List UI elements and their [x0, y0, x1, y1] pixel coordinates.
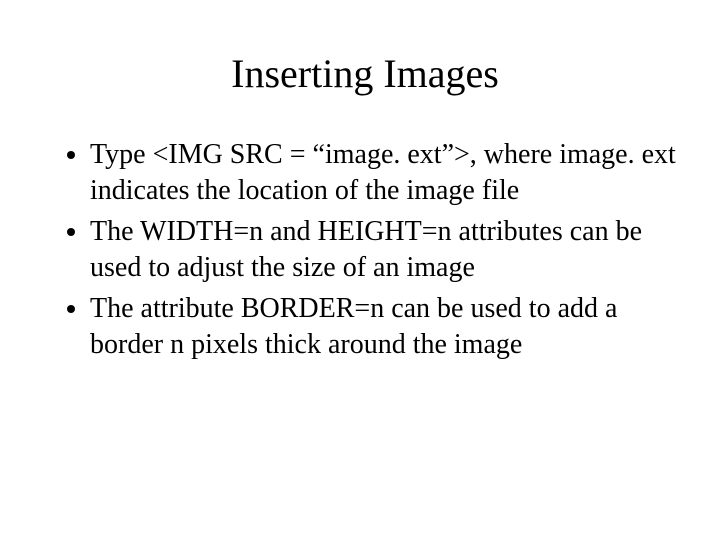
slide-title: Inserting Images: [50, 50, 680, 97]
list-item: The attribute BORDER=n can be used to ad…: [90, 291, 680, 364]
list-item: Type <IMG SRC = “image. ext”>, where ima…: [90, 137, 680, 210]
bullet-list: Type <IMG SRC = “image. ext”>, where ima…: [50, 137, 680, 363]
list-item: The WIDTH=n and HEIGHT=n attributes can …: [90, 214, 680, 287]
slide: Inserting Images Type <IMG SRC = “image.…: [0, 0, 720, 540]
